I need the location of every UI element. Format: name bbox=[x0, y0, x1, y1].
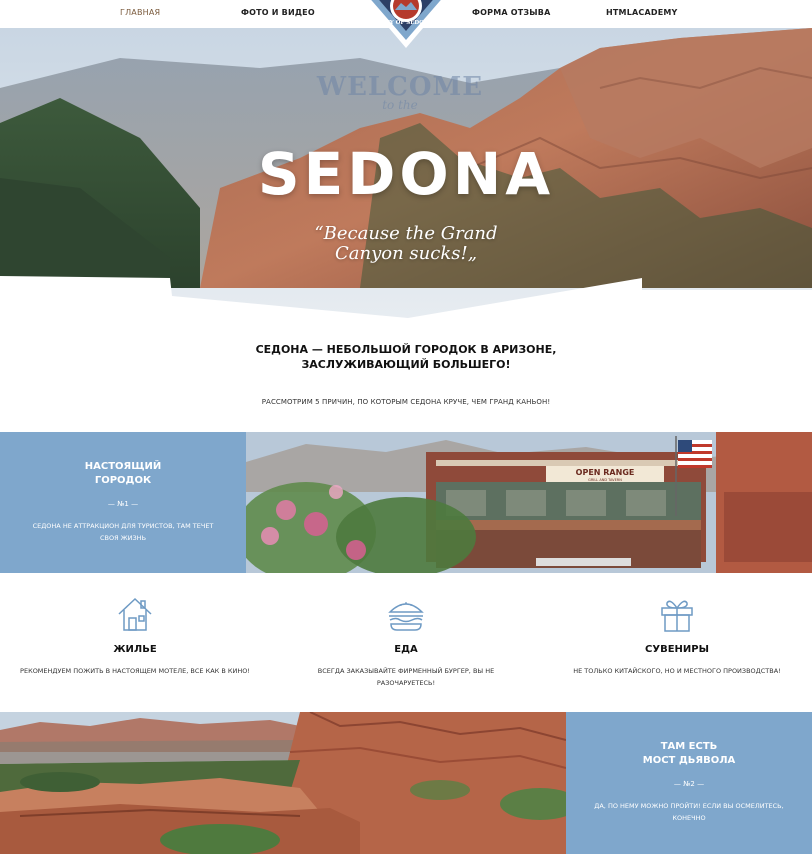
nav-link-htmlacademy[interactable]: HTMLACADEMY bbox=[606, 8, 678, 17]
feature-housing-title: ЖИЛЬЕ bbox=[113, 644, 157, 655]
feature-housing: ЖИЛЬЕ РЕКОМЕНДУЕМ ПОЖИТЬ В НАСТОЯЩЕМ МОТ… bbox=[0, 594, 270, 677]
feature-food-title: ЕДА bbox=[394, 644, 418, 655]
reason-2-number: — №2 — bbox=[673, 780, 705, 788]
reason-2-title-line-2: МОСТ ДЬЯВОЛА bbox=[642, 755, 736, 766]
hero: WELCOME to the SEDONA “Because the Grand… bbox=[0, 28, 812, 318]
feature-souvenirs-title: СУВЕНИРЫ bbox=[645, 644, 709, 655]
reason-2-title: ТАМ ЕСТЬ МОСТ ДЬЯВОЛА bbox=[566, 740, 812, 768]
house-icon bbox=[118, 597, 152, 631]
reason-1-block: НАСТОЯЩИЙ ГОРОДОК — №1 — СЕДОНА НЕ АТТРА… bbox=[0, 432, 246, 573]
feature-food-text: ВСЕГДА ЗАКАЗЫВАЙТЕ ФИРМЕННЫЙ БУРГЕР, ВЫ … bbox=[317, 667, 495, 687]
reason-2-block: ТАМ ЕСТЬ МОСТ ДЬЯВОЛА — №2 — ДА, ПО НЕМУ… bbox=[566, 712, 812, 854]
reason-1-number: — №1 — bbox=[107, 500, 139, 508]
intro-heading-line-1: СЕДОНА — НЕБОЛЬШОЙ ГОРОДОК В АРИЗОНЕ, bbox=[255, 343, 557, 356]
intro-subtitle: РАССМОТРИМ 5 ПРИЧИН, ПО КОТОРЫМ СЕДОНА К… bbox=[261, 398, 551, 406]
reason-1-title: НАСТОЯЩИЙ ГОРОДОК bbox=[0, 460, 246, 488]
welcome-text: WELCOME to the bbox=[300, 72, 500, 112]
devils-bridge-photo bbox=[0, 712, 566, 854]
reason-2-text: ДА, ПО НЕМУ МОЖНО ПРОЙТИ! ЕСЛИ ВЫ ОСМЕЛИ… bbox=[594, 802, 784, 822]
nav-link-feedback-form[interactable]: ФОРМА ОТЗЫВА bbox=[472, 8, 550, 17]
open-range-sign-sub: GRILL AND TAVERN bbox=[588, 478, 622, 482]
reason-1-text: СЕДОНА НЕ АТТРАКЦИОН ДЛЯ ТУРИСТОВ, ТАМ Т… bbox=[32, 522, 214, 542]
intro-heading: СЕДОНА — НЕБОЛЬШОЙ ГОРОДОК В АРИЗОНЕ, ЗА… bbox=[0, 342, 812, 372]
open-range-sign: OPEN RANGE bbox=[576, 468, 635, 477]
feature-housing-text: РЕКОМЕНДУЕМ ПОЖИТЬ В НАСТОЯЩЕМ МОТЕЛЕ, В… bbox=[20, 667, 250, 675]
reason-2-title-line-1: ТАМ ЕСТЬ bbox=[660, 741, 718, 752]
feature-food: ЕДА ВСЕГДА ЗАКАЗЫВАЙТЕ ФИРМЕННЫЙ БУРГЕР,… bbox=[271, 594, 541, 689]
nav-link-home[interactable]: ГЛАВНАЯ bbox=[120, 8, 160, 17]
tagline-line-1: “Because the Grand bbox=[314, 223, 498, 244]
intro-heading-line-2: ЗАСЛУЖИВАЮЩИЙ БОЛЬШЕГО! bbox=[301, 358, 511, 371]
city-of-sedona-logo[interactable]: CITY OF SEDONA bbox=[356, 0, 456, 52]
tagline-line-2: Canyon sucks!„ bbox=[334, 243, 478, 264]
town-photo: OPEN RANGE GRILL AND TAVERN bbox=[246, 432, 812, 573]
hero-title: SEDONA bbox=[257, 140, 555, 208]
logo-text: CITY OF SEDONA bbox=[379, 20, 434, 26]
gift-icon bbox=[661, 600, 693, 632]
burger-icon bbox=[388, 602, 424, 631]
feature-souvenirs: СУВЕНИРЫ НЕ ТОЛЬКО КИТАЙСКОГО, НО И МЕСТ… bbox=[542, 594, 812, 677]
reason-1-title-line-2: ГОРОДОК bbox=[94, 475, 152, 486]
feature-souvenirs-text: НЕ ТОЛЬКО КИТАЙСКОГО, НО И МЕСТНОГО ПРОИ… bbox=[573, 667, 781, 675]
nav-link-photo-video[interactable]: ФОТО И ВИДЕО bbox=[241, 8, 315, 17]
reason-1-title-line-1: НАСТОЯЩИЙ bbox=[84, 461, 162, 472]
intro-section: СЕДОНА — НЕБОЛЬШОЙ ГОРОДОК В АРИЗОНЕ, ЗА… bbox=[0, 342, 812, 406]
hero-tagline: “Because the Grand Canyon sucks!„ bbox=[296, 224, 516, 264]
